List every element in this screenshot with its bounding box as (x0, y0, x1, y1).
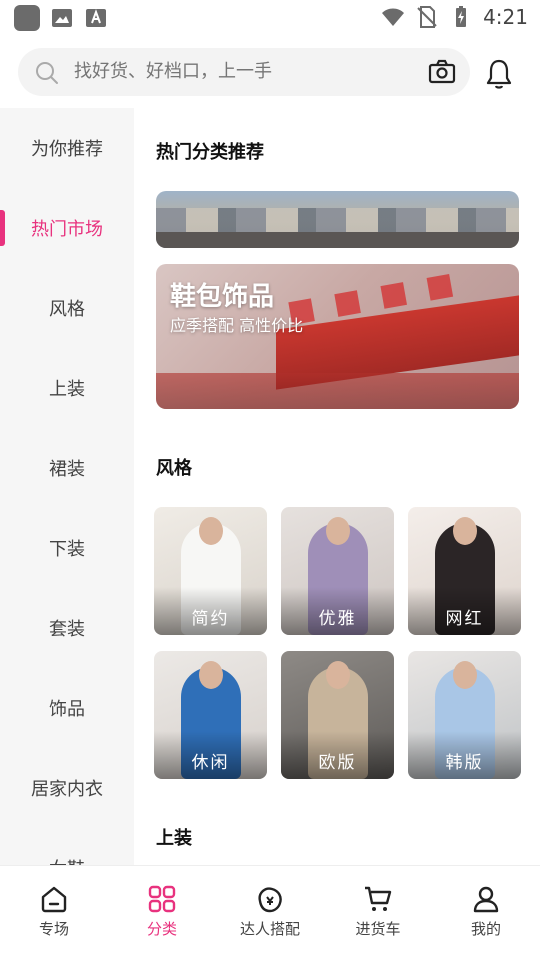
style-tile-label: 休闲 (191, 753, 230, 773)
sidebar-item-sets[interactable]: 套装 (0, 588, 134, 668)
tab-label: 进货车 (355, 920, 401, 938)
section-title-style: 风格 (156, 458, 192, 479)
category-sidebar: 为你推荐 热门市场 风格 上装 裙装 下装 套装 饰品 居家内衣 女鞋 (0, 108, 134, 865)
tile-head (198, 517, 223, 545)
image-icon (52, 9, 72, 27)
sidebar-item-label: 居家内衣 (31, 779, 103, 800)
sidebar-item-label: 套装 (49, 619, 85, 640)
tab-purchase-cart[interactable]: 进货车 (324, 866, 432, 960)
category-content: 热门分类推荐 ■ ■ ■ ■ 鞋包饰品 应季搭配 高性价比 风格 简约 优雅 网… (134, 108, 540, 865)
style-tile-european[interactable]: 欧版 (281, 651, 394, 779)
style-tile-casual[interactable]: 休闲 (154, 651, 267, 779)
tile-head (452, 517, 477, 545)
status-bar: 4:21 (0, 0, 540, 36)
style-tile-label: 简约 (191, 609, 230, 629)
category-grid-icon (148, 885, 176, 913)
sidebar-item-tops[interactable]: 上装 (0, 348, 134, 428)
wifi-icon (382, 8, 405, 26)
banner-road (156, 232, 519, 248)
style-tile-simple[interactable]: 简约 (154, 507, 267, 635)
sidebar-item-label: 风格 (49, 299, 85, 320)
sidebar-item-homewear[interactable]: 居家内衣 (0, 748, 134, 828)
market-banner-photo[interactable] (156, 191, 519, 248)
tile-head (325, 661, 350, 689)
user-icon (473, 886, 499, 913)
tab-category[interactable]: 分类 (108, 866, 216, 960)
tile-head (325, 517, 350, 545)
banner-title: 鞋包饰品 (170, 282, 275, 312)
app-notification-icon (14, 5, 40, 31)
style-tile-korean[interactable]: 韩版 (408, 651, 521, 779)
font-icon (86, 9, 106, 27)
status-right: 4:21 (381, 5, 528, 29)
tab-label: 分类 (146, 920, 177, 938)
camera-icon[interactable] (428, 58, 456, 86)
style-grid: 简约 优雅 网红 休闲 欧版 韩版 (154, 507, 522, 779)
tab-label: 专场 (38, 920, 69, 938)
style-tile-label: 欧版 (318, 753, 357, 773)
sidebar-item-bottoms[interactable]: 下装 (0, 508, 134, 588)
shoes-bags-banner[interactable]: ■ ■ ■ ■ 鞋包饰品 应季搭配 高性价比 (156, 264, 519, 409)
style-tile-label: 网红 (445, 609, 484, 629)
sidebar-item-label: 热门市场 (31, 219, 103, 240)
sidebar-item-style[interactable]: 风格 (0, 268, 134, 348)
style-tile-elegant[interactable]: 优雅 (281, 507, 394, 635)
no-sim-icon (417, 6, 437, 28)
sidebar-item-label: 裙装 (49, 459, 85, 480)
tile-head (198, 661, 223, 689)
sidebar-item-label: 饰品 (49, 699, 85, 720)
cart-icon (365, 886, 392, 911)
section-title-tops: 上装 (156, 828, 192, 849)
sidebar-item-label: 女鞋 (49, 855, 85, 865)
bell-icon[interactable] (484, 58, 514, 90)
banner-subtitle: 应季搭配 高性价比 (170, 316, 304, 335)
sidebar-item-dresses[interactable]: 裙装 (0, 428, 134, 508)
status-time: 4:21 (483, 5, 528, 29)
battery-charging-icon (456, 6, 467, 27)
tab-special[interactable]: 专场 (0, 866, 108, 960)
sidebar-item-shoes[interactable]: 女鞋 (0, 828, 134, 865)
search-input[interactable] (74, 48, 414, 96)
tab-mine[interactable]: 我的 (432, 866, 540, 960)
sidebar-item-recommend[interactable]: 为你推荐 (0, 108, 134, 188)
banner-base (156, 373, 519, 409)
tile-head (452, 661, 477, 689)
tab-label: 我的 (470, 920, 501, 938)
section-title-hot: 热门分类推荐 (156, 142, 264, 163)
tab-influencer-outfits[interactable]: 达人搭配 (216, 866, 324, 960)
status-left (14, 5, 108, 31)
bottom-tab-bar: 专场 分类 达人搭配 进货车 我的 (0, 865, 540, 960)
style-tile-label: 优雅 (318, 609, 357, 629)
search-box[interactable] (18, 48, 470, 96)
sidebar-item-label: 下装 (49, 539, 85, 560)
home-icon (41, 886, 67, 913)
sidebar-item-hot-market[interactable]: 热门市场 (0, 188, 134, 268)
style-tile-label: 韩版 (445, 753, 484, 773)
outfit-tag-icon (258, 887, 282, 913)
search-icon (36, 62, 58, 84)
tab-label: 达人搭配 (239, 920, 300, 938)
sidebar-item-label: 上装 (49, 379, 85, 400)
search-row (0, 44, 540, 100)
sidebar-item-accessories[interactable]: 饰品 (0, 668, 134, 748)
style-tile-trendy[interactable]: 网红 (408, 507, 521, 635)
sidebar-item-label: 为你推荐 (31, 139, 103, 160)
